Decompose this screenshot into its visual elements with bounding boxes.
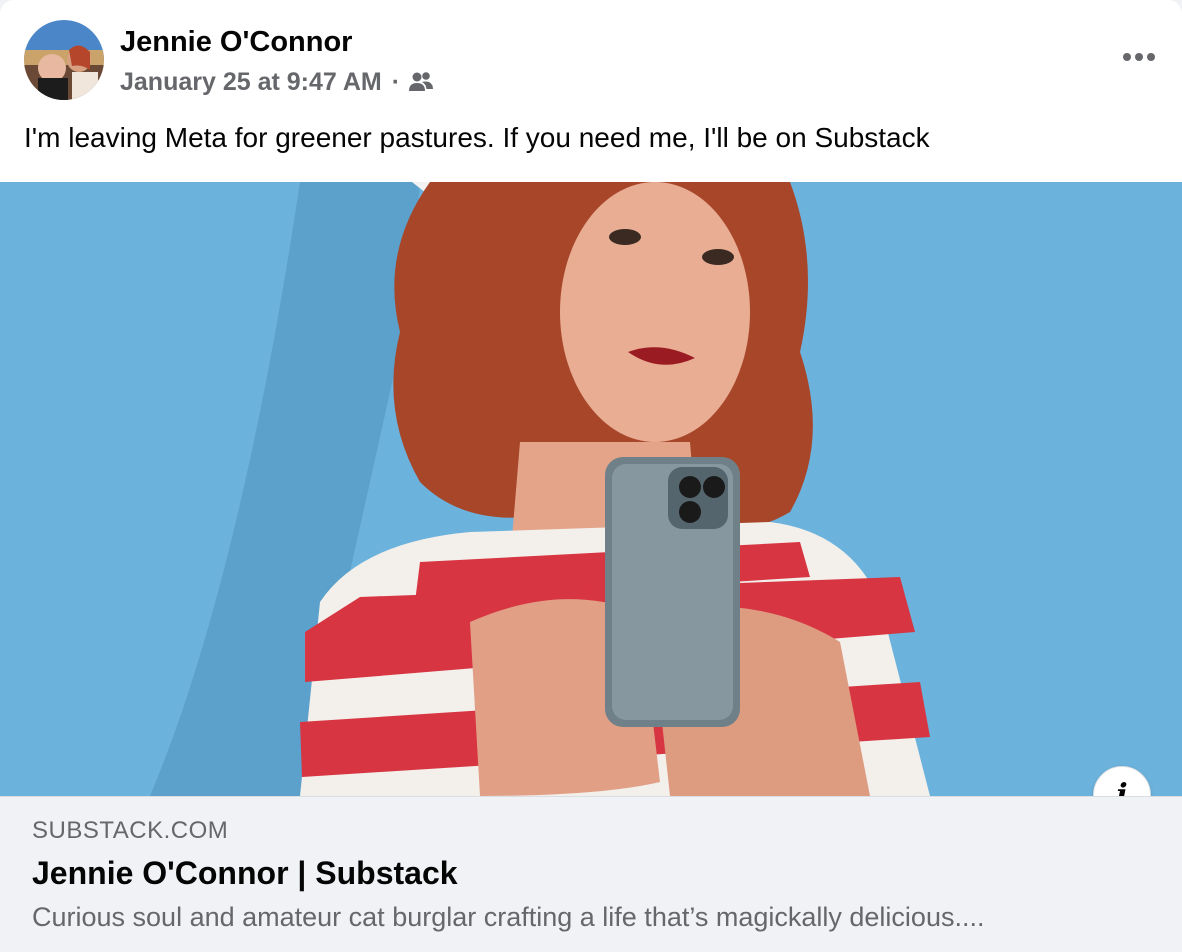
post-timestamp[interactable]: January 25 at 9:47 AM [120,68,382,97]
link-preview-info[interactable]: SUBSTACK.COM Jennie O'Connor | Substack … [0,796,1182,952]
author-avatar[interactable] [24,20,104,100]
post-card: Jennie O'Connor January 25 at 9:47 AM · … [0,0,1182,952]
post-header: Jennie O'Connor January 25 at 9:47 AM · [0,0,1182,110]
link-preview-image[interactable] [0,182,1182,796]
link-domain: SUBSTACK.COM [32,817,229,844]
post-meta: January 25 at 9:47 AM · [120,66,434,98]
more-options-button[interactable] [1116,34,1162,80]
link-preview-card[interactable]: i SUBSTACK.COM Jennie O'Connor | Substac… [0,182,1182,952]
link-title[interactable]: Jennie O'Connor | Substack [32,853,458,893]
link-description: Curious soul and amateur cat burglar cra… [32,902,985,932]
post-text: I'm leaving Meta for greener pastures. I… [24,122,930,153]
author-name[interactable]: Jennie O'Connor [120,24,352,60]
friends-icon[interactable] [408,71,434,93]
more-options-icon [1123,53,1155,61]
meta-separator: · [391,67,401,96]
